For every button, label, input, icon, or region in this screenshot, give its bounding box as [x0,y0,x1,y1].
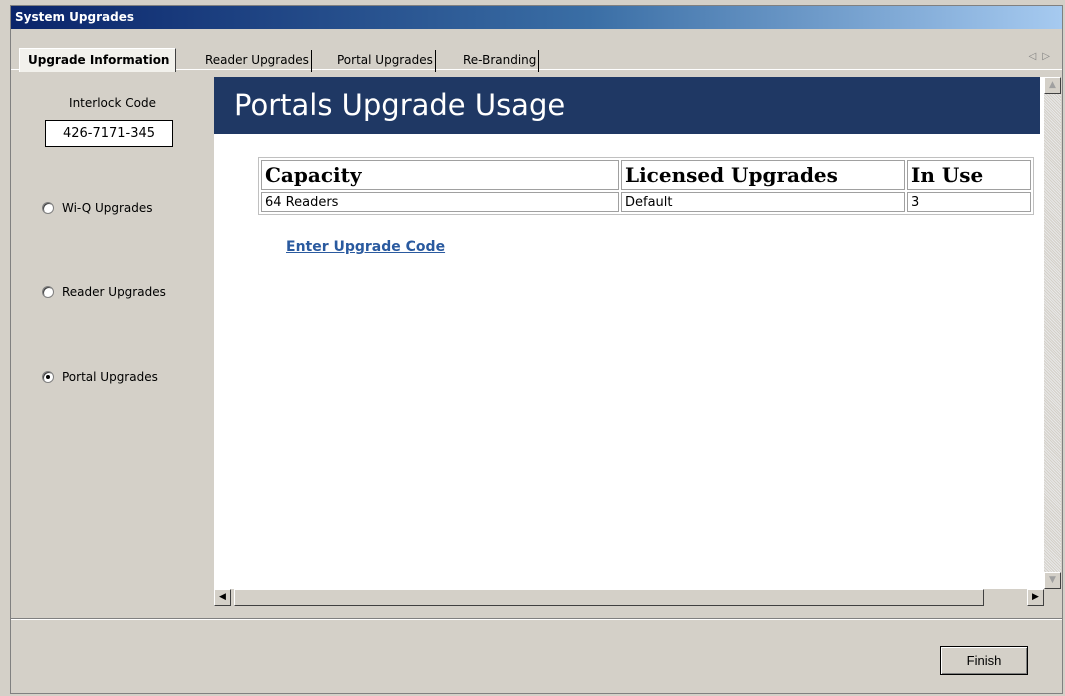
column-header-capacity: Capacity [261,160,619,190]
tab-re-branding[interactable]: Re-Branding [463,50,540,72]
scroll-right-icon[interactable]: ▶ [1027,589,1044,606]
radio-reader-upgrades[interactable]: Reader Upgrades [42,285,166,299]
footer-divider [11,618,1062,620]
cell-capacity: 64 Readers [261,192,619,212]
table-row: 64 Readers Default 3 [261,192,1031,212]
table-header-row: Capacity Licensed Upgrades In Use [261,160,1031,190]
scrollbar-corner [1044,589,1061,606]
radio-wiq-upgrades[interactable]: Wi-Q Upgrades [42,201,153,215]
upgrade-type-panel: Interlock Code 426-7171-345 Wi-Q Upgrade… [11,71,214,609]
usage-content-pane: Portals Upgrade Usage Capacity Licensed … [214,77,1044,589]
scroll-up-icon[interactable]: ▲ [1044,77,1061,94]
radio-button-checked-icon[interactable] [42,371,54,383]
window-title: System Upgrades [11,6,1062,29]
tab-reader-upgrades[interactable]: Reader Upgrades [205,50,312,72]
column-header-in-use: In Use [907,160,1031,190]
interlock-code-field[interactable]: 426-7171-345 [45,120,173,147]
tab-scroll-right-icon[interactable]: ▷ [1042,51,1056,62]
scroll-left-icon[interactable]: ◀ [214,589,231,606]
finish-button[interactable]: Finish [940,646,1028,675]
tab-upgrade-information[interactable]: Upgrade Information [19,48,177,72]
tab-scroll-left-icon[interactable]: ◁ [1029,51,1043,62]
usage-table: Capacity Licensed Upgrades In Use 64 Rea… [258,157,1034,215]
horizontal-scroll-thumb[interactable] [234,589,984,606]
radio-label: Wi-Q Upgrades [62,201,153,215]
scroll-down-icon[interactable]: ▼ [1044,572,1061,589]
radio-label: Reader Upgrades [62,285,166,299]
enter-upgrade-code-link[interactable]: Enter Upgrade Code [286,239,445,255]
horizontal-scrollbar[interactable]: ◀ ▶ [214,589,1044,606]
system-upgrades-window: System Upgrades Upgrade Information Read… [10,5,1063,694]
radio-button-icon[interactable] [42,286,54,298]
page-heading: Portals Upgrade Usage [214,77,1040,134]
column-header-licensed-upgrades: Licensed Upgrades [621,160,905,190]
tab-portal-upgrades[interactable]: Portal Upgrades [337,50,436,72]
cell-licensed-upgrades: Default [621,192,905,212]
tab-scroll-arrows[interactable]: ◁▷ [1029,51,1056,62]
radio-button-icon[interactable] [42,202,54,214]
radio-portal-upgrades[interactable]: Portal Upgrades [42,370,158,384]
tab-strip: Upgrade Information Reader Upgrades Port… [11,30,1062,72]
radio-label: Portal Upgrades [62,370,158,384]
vertical-scrollbar[interactable]: ▲ ▼ [1044,77,1061,589]
interlock-code-label: Interlock Code [69,96,156,110]
cell-in-use: 3 [907,192,1031,212]
